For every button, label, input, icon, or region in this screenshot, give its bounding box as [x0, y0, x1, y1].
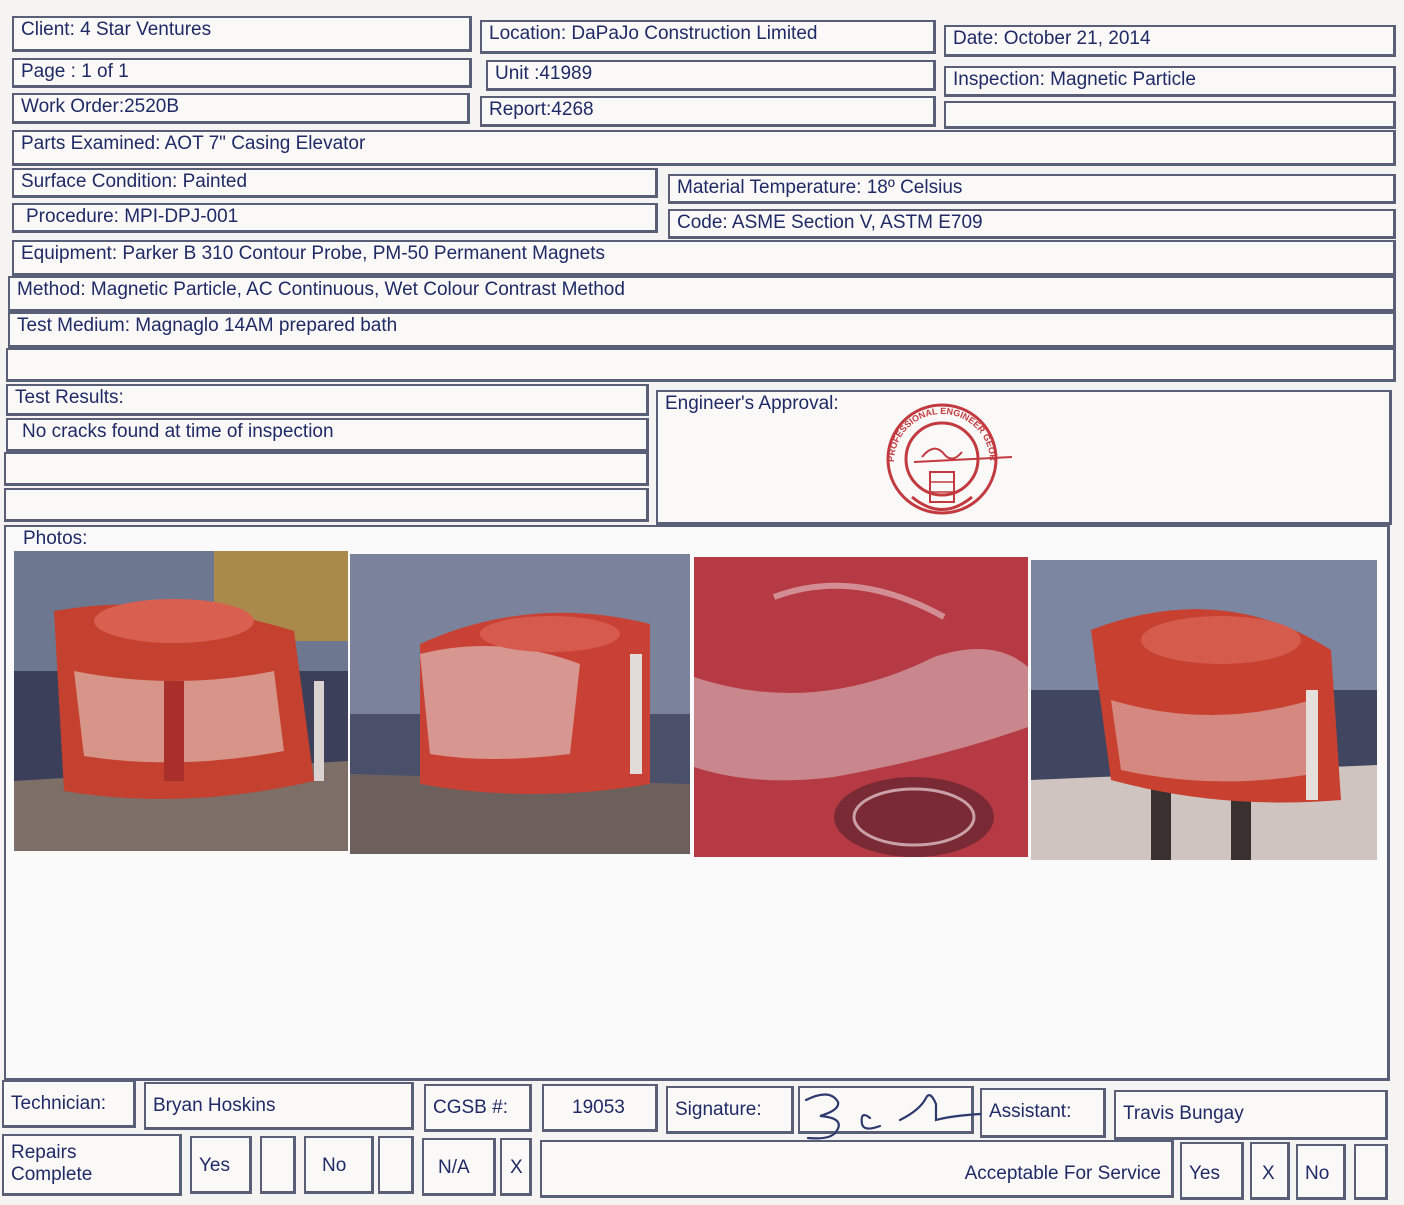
work-order-text: Work Order:2520B	[21, 96, 180, 117]
work-order-field: Work Order:2520B	[12, 93, 470, 124]
repairs-line-1: Repairs	[11, 1142, 77, 1163]
repairs-no-label: No	[304, 1136, 374, 1194]
assistant-name-field: Travis Bungay	[1114, 1090, 1388, 1140]
unit-text: Unit :41989	[495, 63, 593, 84]
repairs-line-2: Complete	[11, 1163, 93, 1185]
svg-text:PROFESSIONAL ENGINEER GEORGE G: PROFESSIONAL ENGINEER GEORGE GUOQIANG AL…	[872, 402, 998, 462]
repairs-yes-checkbox[interactable]	[260, 1136, 296, 1194]
inspection-text: Inspection: Magnetic Particle	[953, 69, 1196, 90]
location-text: Location: DaPaJo Construction Limited	[489, 23, 818, 44]
acceptable-yes-text: Yes	[1189, 1163, 1220, 1184]
blank-header-field	[944, 101, 1396, 129]
test-medium-text: Test Medium: Magnaglo 14AM prepared bath	[17, 315, 398, 336]
acceptable-yes-label: Yes	[1180, 1142, 1244, 1200]
technician-label-field: Technician:	[2, 1080, 136, 1128]
material-temperature-field: Material Temperature: 18º Celsius	[668, 174, 1396, 204]
photos-label: Photos:	[23, 528, 88, 549]
engineer-stamp-icon: PROFESSIONAL ENGINEER GEORGE GUOQIANG AL…	[872, 402, 1012, 515]
repairs-na-checkbox[interactable]: X	[500, 1138, 532, 1196]
method-field: Method: Magnetic Particle, AC Continuous…	[8, 276, 1396, 312]
repairs-no-checkbox[interactable]	[378, 1136, 414, 1194]
method-text: Method: Magnetic Particle, AC Continuous…	[17, 279, 625, 300]
surface-condition-field: Surface Condition: Painted	[12, 168, 658, 198]
procedure-text: Procedure: MPI-DPJ-001	[26, 206, 239, 227]
surface-condition-text: Surface Condition: Painted	[21, 171, 248, 192]
engineer-approval-box: Engineer's Approval:	[656, 390, 1392, 525]
parts-examined-text: Parts Examined: AOT 7" Casing Elevator	[21, 133, 366, 154]
acceptable-yes-checkbox[interactable]: X	[1250, 1142, 1290, 1200]
equipment-text: Equipment: Parker B 310 Contour Probe, P…	[21, 243, 606, 264]
page-field: Page : 1 of 1	[12, 58, 472, 88]
test-medium-field: Test Medium: Magnaglo 14AM prepared bath	[8, 312, 1396, 348]
acceptable-yes-mark: X	[1262, 1163, 1275, 1184]
equipment-field: Equipment: Parker B 310 Contour Probe, P…	[12, 240, 1396, 276]
test-results-label-field: Test Results:	[6, 384, 649, 416]
technician-name: Bryan Hoskins	[153, 1095, 276, 1116]
assistant-label: Assistant:	[989, 1101, 1072, 1122]
acceptable-for-service-field: Acceptable For Service	[540, 1140, 1174, 1198]
unit-field: Unit :41989	[486, 60, 936, 91]
client-field: Client: 4 Star Ventures	[12, 16, 472, 52]
cgsb-number-field: 19053	[542, 1084, 658, 1132]
report-text: Report:4268	[489, 99, 594, 120]
stamp-text: PROFESSIONAL ENGINEER GEORGE GUOQIANG AL…	[872, 402, 998, 462]
acceptable-no-text: No	[1305, 1163, 1330, 1184]
repairs-na-mark: X	[510, 1157, 523, 1178]
acceptable-no-checkbox[interactable]	[1354, 1144, 1388, 1200]
acceptable-no-label: No	[1296, 1144, 1346, 1200]
test-results-label: Test Results:	[15, 387, 124, 408]
results-line-1: No cracks found at time of inspection	[6, 418, 649, 452]
elevator-photo-closeup	[694, 557, 1028, 857]
results-line-2	[4, 452, 649, 486]
results-line-1-text: No cracks found at time of inspection	[22, 421, 334, 442]
signature-label-field: Signature:	[666, 1086, 794, 1134]
results-line-3	[4, 488, 649, 522]
date-text: Date: October 21, 2014	[953, 28, 1151, 49]
location-field: Location: DaPaJo Construction Limited	[480, 20, 936, 54]
repairs-yes-text: Yes	[199, 1155, 230, 1176]
elevator-photo-front	[14, 551, 348, 851]
procedure-field: Procedure: MPI-DPJ-001	[12, 203, 658, 233]
cgsb-label: CGSB #:	[433, 1097, 508, 1118]
engineer-approval-label: Engineer's Approval:	[665, 393, 839, 414]
inspection-field: Inspection: Magnetic Particle	[944, 66, 1396, 97]
code-text: Code: ASME Section V, ASTM E709	[677, 212, 983, 233]
report-field: Report:4268	[480, 96, 936, 127]
technician-name-field: Bryan Hoskins	[144, 1082, 414, 1130]
cgsb-label-field: CGSB #:	[424, 1084, 532, 1132]
repairs-na-text: N/A	[438, 1157, 470, 1178]
repairs-na-label: N/A	[422, 1138, 496, 1196]
elevator-photo-rear	[1031, 560, 1377, 860]
elevator-photo-side	[350, 554, 690, 854]
cgsb-number: 19053	[572, 1097, 625, 1118]
acceptable-for-service-label: Acceptable For Service	[964, 1163, 1161, 1184]
client-text: Client: 4 Star Ventures	[21, 19, 212, 40]
repairs-complete-label: Repairs Complete	[2, 1134, 182, 1196]
repairs-yes-label: Yes	[190, 1136, 252, 1194]
code-field: Code: ASME Section V, ASTM E709	[668, 209, 1396, 239]
assistant-name: Travis Bungay	[1123, 1103, 1244, 1124]
material-temperature-text: Material Temperature: 18º Celsius	[677, 177, 963, 198]
page-text: Page : 1 of 1	[21, 61, 129, 82]
parts-examined-field: Parts Examined: AOT 7" Casing Elevator	[12, 130, 1396, 166]
technician-label: Technician:	[11, 1093, 107, 1114]
blank-detail-field	[6, 348, 1396, 382]
date-field: Date: October 21, 2014	[944, 25, 1396, 57]
repairs-no-text: No	[322, 1155, 347, 1176]
signature-label: Signature:	[675, 1099, 762, 1120]
